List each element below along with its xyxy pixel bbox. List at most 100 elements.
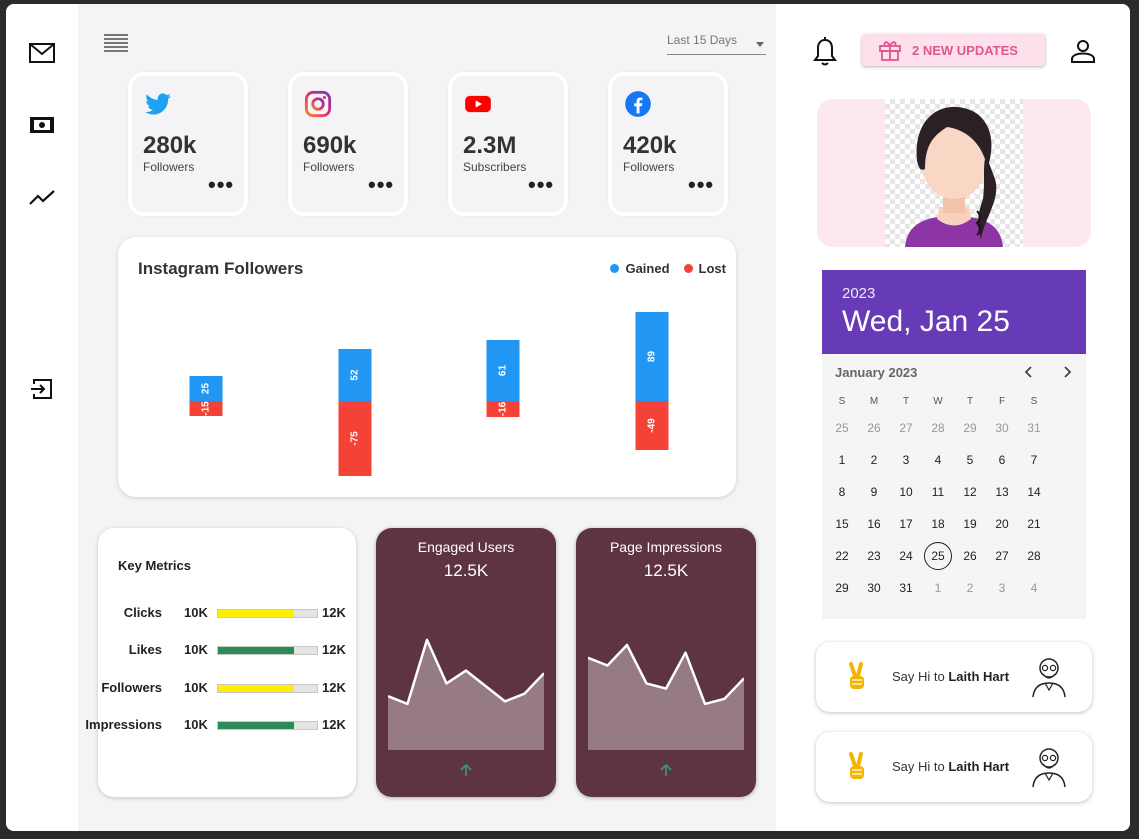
say-hi-prefix: Say Hi to — [892, 669, 949, 684]
metric-row-clicks: Clicks 10K 12K — [98, 605, 356, 623]
calendar-day[interactable]: 29 — [828, 574, 856, 602]
more-options-icon[interactable]: ••• — [528, 172, 554, 198]
metric-progress-bar — [217, 684, 318, 693]
weekday-label: W — [933, 396, 943, 407]
metric-min: 10K — [184, 680, 208, 695]
metric-max: 12K — [322, 605, 346, 620]
calendar-day[interactable]: 8 — [828, 478, 856, 506]
date-picker-header: 2023 Wed, Jan 25 — [822, 270, 1086, 354]
avatar — [905, 106, 1003, 247]
calendar-day[interactable]: 27 — [988, 542, 1016, 570]
engaged-users-card[interactable]: Engaged Users 12.5K — [376, 528, 556, 797]
say-hi-card[interactable]: Say Hi to Laith Hart — [816, 732, 1092, 802]
calendar-day-outside[interactable]: 3 — [988, 574, 1016, 602]
more-options-icon[interactable]: ••• — [208, 172, 234, 198]
calendar-day[interactable]: 5 — [956, 446, 984, 474]
bar-value-label: 89 — [647, 351, 658, 363]
calendar-day-outside[interactable]: 4 — [1020, 574, 1048, 602]
calendar-day[interactable]: 4 — [924, 446, 952, 474]
chevron-right-icon[interactable] — [1059, 364, 1075, 380]
metric-row-likes: Likes 10K 12K — [98, 642, 356, 660]
calendar-day-outside[interactable]: 29 — [956, 414, 984, 442]
new-updates-button[interactable]: 2 NEW UPDATES — [862, 34, 1045, 66]
calendar-day-outside[interactable]: 28 — [924, 414, 952, 442]
calendar-day[interactable]: 23 — [860, 542, 888, 570]
weekday-label: F — [998, 396, 1006, 407]
arrow-up-icon — [660, 763, 672, 776]
calendar-day[interactable]: 14 — [1020, 478, 1048, 506]
weekday-label: S — [1030, 396, 1038, 407]
calendar-day[interactable]: 25 — [924, 542, 952, 570]
calendar-day[interactable]: 11 — [924, 478, 952, 506]
calendar-day[interactable]: 18 — [924, 510, 952, 538]
say-hi-card[interactable]: Say Hi to Laith Hart — [816, 642, 1092, 712]
key-metrics-title: Key Metrics — [118, 558, 191, 573]
calendar-day-outside[interactable]: 1 — [924, 574, 952, 602]
calendar-day[interactable]: 2 — [860, 446, 888, 474]
calendar-day-outside[interactable]: 2 — [956, 574, 984, 602]
calendar-day-outside[interactable]: 26 — [860, 414, 888, 442]
calendar-month-label[interactable]: January 2023 — [835, 365, 917, 380]
trend-value: 12.5K — [643, 561, 689, 580]
calendar-year[interactable]: 2023 — [842, 285, 875, 302]
profile-avatar-card — [817, 99, 1091, 247]
calendar-day[interactable]: 28 — [1020, 542, 1048, 570]
calendar-day[interactable]: 7 — [1020, 446, 1048, 474]
old-man-avatar-icon — [1032, 748, 1066, 788]
calendar-day[interactable]: 30 — [860, 574, 888, 602]
calendar-day[interactable]: 16 — [860, 510, 888, 538]
bar-chart-plot: 25 52 61 89 -15 -75 -16 -49 — [189, 312, 669, 476]
date-picker: 2023 Wed, Jan 25 January 2023 S M T W T F S 25 2… — [822, 270, 1086, 619]
gift-icon — [879, 41, 901, 61]
twitter-count: 280k — [143, 132, 197, 159]
calendar-day[interactable]: 15 — [828, 510, 856, 538]
bar-value-label: 61 — [498, 365, 509, 377]
youtube-card: 2.3M Subscribers ••• — [448, 72, 568, 216]
calendar-day-outside[interactable]: 25 — [828, 414, 856, 442]
calendar-day-outside[interactable]: 31 — [1020, 414, 1048, 442]
calendar-day[interactable]: 24 — [892, 542, 920, 570]
bell-icon[interactable] — [812, 37, 838, 67]
calendar-day[interactable]: 13 — [988, 478, 1016, 506]
calendar-day-outside[interactable]: 30 — [988, 414, 1016, 442]
trend-title: Engaged Users — [417, 539, 515, 555]
chevron-left-icon[interactable] — [1021, 364, 1037, 380]
say-hi-name: Laith Hart — [948, 669, 1010, 684]
calendar-day[interactable]: 6 — [988, 446, 1016, 474]
bar-value-label: -75 — [350, 431, 361, 446]
calendar-day[interactable]: 17 — [892, 510, 920, 538]
more-options-icon[interactable]: ••• — [688, 172, 714, 198]
metric-max: 12K — [322, 680, 346, 695]
page-impressions-sparkline — [588, 643, 744, 750]
date-range-select[interactable]: Last 15 Days — [667, 33, 766, 55]
metric-max: 12K — [322, 717, 346, 732]
calendar-day[interactable]: 12 — [956, 478, 984, 506]
user-icon[interactable] — [1070, 38, 1096, 64]
date-range-value: Last 15 Days — [667, 33, 738, 47]
metric-name: Clicks — [123, 605, 162, 620]
calendar-day[interactable]: 31 — [892, 574, 920, 602]
calendar-selected-date: Wed, Jan 25 — [842, 305, 1010, 338]
calendar-day[interactable]: 22 — [828, 542, 856, 570]
calendar-day[interactable]: 19 — [956, 510, 984, 538]
logout-icon[interactable] — [28, 375, 56, 403]
facebook-icon — [625, 91, 651, 117]
peace-hand-icon — [849, 752, 864, 779]
engaged-users-sparkline — [388, 638, 544, 750]
more-options-icon[interactable]: ••• — [368, 172, 394, 198]
money-icon[interactable] — [28, 111, 56, 139]
youtube-icon — [465, 95, 491, 113]
calendar-day-outside[interactable]: 27 — [892, 414, 920, 442]
trending-icon[interactable] — [28, 184, 56, 212]
mail-icon[interactable] — [28, 39, 56, 67]
calendar-day[interactable]: 1 — [828, 446, 856, 474]
calendar-day[interactable]: 26 — [956, 542, 984, 570]
menu-icon[interactable] — [104, 34, 128, 52]
calendar-day[interactable]: 3 — [892, 446, 920, 474]
calendar-day[interactable]: 21 — [1020, 510, 1048, 538]
main-content: Last 15 Days 280k Followers ••• 690k Fol… — [78, 4, 776, 831]
calendar-day[interactable]: 20 — [988, 510, 1016, 538]
calendar-day[interactable]: 9 — [860, 478, 888, 506]
calendar-day[interactable]: 10 — [892, 478, 920, 506]
page-impressions-card[interactable]: Page Impressions 12.5K — [576, 528, 756, 797]
